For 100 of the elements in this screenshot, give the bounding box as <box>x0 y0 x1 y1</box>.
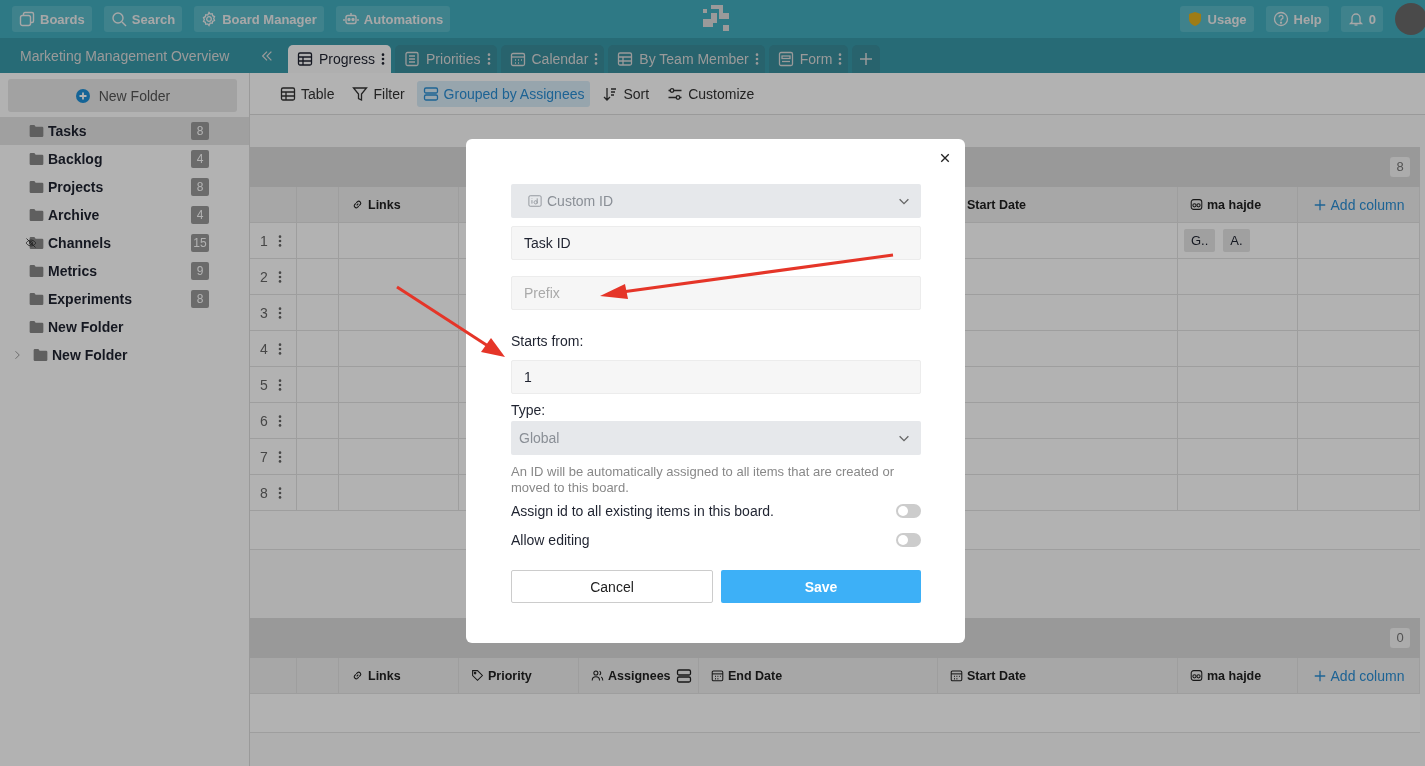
plus-icon <box>858 51 875 67</box>
calendar-icon <box>950 669 963 682</box>
row-number: 1 <box>260 232 268 249</box>
shield-icon <box>1186 11 1203 27</box>
link-icon <box>351 669 364 682</box>
glasses-icon <box>1190 198 1203 211</box>
calendar-icon <box>711 669 724 682</box>
glasses-icon <box>1190 669 1203 682</box>
folder-name: Projects <box>48 179 105 195</box>
plus-icon <box>1312 197 1327 212</box>
toolbar-button[interactable]: Filter <box>346 80 411 107</box>
toggle-label: Assign id to all existing items in this board. <box>511 502 774 519</box>
folder-name: New Folder <box>48 319 125 335</box>
starts-from-input[interactable]: 1 <box>511 360 921 394</box>
search-icon <box>110 11 127 27</box>
folder-item[interactable]: New Folder <box>0 313 249 341</box>
rows-icon[interactable] <box>676 667 692 684</box>
tab-label: By Team Member <box>639 51 749 67</box>
folder-item[interactable]: Projects 8 <box>0 173 249 201</box>
folder-icon <box>29 153 44 165</box>
toggle-switch[interactable] <box>896 503 921 518</box>
toolbar-button[interactable]: Sort <box>596 80 656 107</box>
tab-label: Calendar <box>531 51 589 67</box>
folder-name: Metrics <box>48 263 99 279</box>
select-value: Custom ID <box>547 193 615 209</box>
folder-name: Archive <box>48 207 101 223</box>
folder-item[interactable]: Archive 4 <box>0 201 249 229</box>
row-number: 7 <box>260 448 268 465</box>
folder-name: Channels <box>48 235 112 251</box>
more-icon[interactable] <box>277 341 282 356</box>
calendar-icon <box>509 51 526 67</box>
row-number: 5 <box>260 376 268 393</box>
more-icon[interactable] <box>277 377 282 392</box>
more-icon[interactable] <box>277 485 282 500</box>
rows-icon <box>422 85 439 102</box>
bell-icon <box>1347 11 1364 27</box>
cancel-button[interactable]: Cancel <box>511 570 713 603</box>
more-icon[interactable] <box>277 269 282 284</box>
value-chip: G.. <box>1184 229 1216 252</box>
column-title: Priority <box>488 668 532 683</box>
more-icon[interactable] <box>277 413 282 428</box>
value-chip: A. <box>1223 229 1250 252</box>
new-folder-button[interactable]: New Folder <box>8 79 237 112</box>
more-icon[interactable] <box>277 449 282 464</box>
robot-icon <box>342 11 359 27</box>
help-text: An ID will be automatically assigned to all items that are created or moved to this board. <box>511 464 895 496</box>
id-icon <box>528 194 542 208</box>
prefix-input[interactable]: Prefix <box>511 276 921 310</box>
column-title: Assignees <box>608 668 671 683</box>
more-icon[interactable] <box>277 233 282 248</box>
toolbar-button[interactable]: Customize <box>661 80 761 107</box>
name-input[interactable]: Task ID <box>511 226 921 260</box>
sort-icon <box>602 85 619 102</box>
folder-item[interactable]: Tasks 8 <box>0 117 249 145</box>
filter-icon <box>352 85 369 102</box>
folder-item[interactable]: New Folder <box>0 341 249 369</box>
group-count: 8 <box>1390 157 1410 177</box>
item-count: 4 <box>191 150 209 168</box>
more-icon[interactable] <box>381 52 386 66</box>
row-number: 8 <box>260 484 268 501</box>
boards-icon <box>19 11 35 27</box>
folder-icon <box>29 209 44 221</box>
column-title: Links <box>368 668 401 683</box>
tab-label: Progress <box>319 51 376 67</box>
more-icon[interactable] <box>277 305 282 320</box>
toolbar-button[interactable]: Table <box>274 80 341 107</box>
folder-icon <box>29 293 44 305</box>
column-title: Start Date <box>967 668 1027 683</box>
column-title: Start Date <box>967 197 1027 212</box>
folder-item[interactable]: Backlog 4 <box>0 145 249 173</box>
link-icon <box>351 198 364 211</box>
column-title: End Date <box>728 668 783 683</box>
item-count: 8 <box>191 122 209 140</box>
folder-icon <box>29 181 44 193</box>
select-value: Global <box>519 430 561 446</box>
help-icon <box>1272 11 1289 27</box>
toggle-label: Allow editing <box>511 531 590 548</box>
folder-icon <box>33 349 48 361</box>
folder-item[interactable]: Channels 15 <box>0 229 249 257</box>
folder-icon <box>29 125 44 137</box>
folder-name: New Folder <box>52 347 129 363</box>
table-icon <box>280 85 296 102</box>
plus-circle-icon <box>74 87 91 104</box>
folder-item[interactable]: Metrics 9 <box>0 257 249 285</box>
folder-item[interactable]: Experiments 8 <box>0 285 249 313</box>
folder-icon <box>29 237 44 249</box>
column-title: ma hajde <box>1207 668 1262 683</box>
toggle-switch[interactable] <box>896 532 921 547</box>
table-icon <box>297 51 313 67</box>
settings-icon <box>201 11 218 27</box>
row-number: 3 <box>260 304 268 321</box>
view-tab[interactable]: Progress <box>288 45 392 73</box>
people-icon <box>591 669 604 682</box>
column-title: ma hajde <box>1207 197 1262 212</box>
item-count: 8 <box>191 178 209 196</box>
column-title: Links <box>368 197 401 212</box>
eye-slash-icon <box>25 237 37 249</box>
item-count: 4 <box>191 206 209 224</box>
item-count: 15 <box>191 234 209 252</box>
row-number: 6 <box>260 412 268 429</box>
